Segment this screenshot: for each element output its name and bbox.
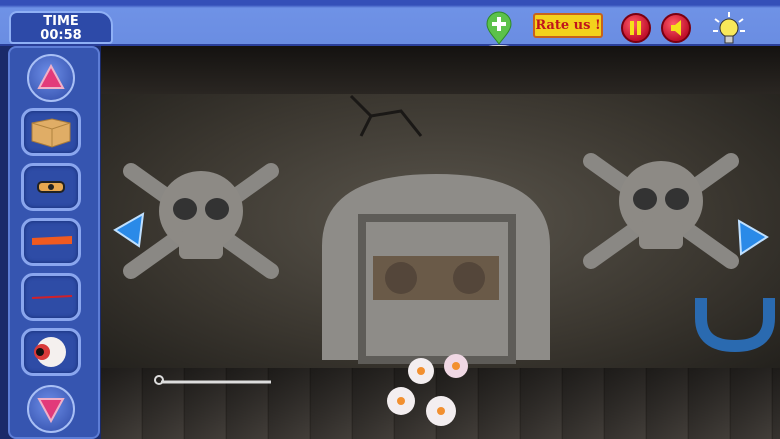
- scene-objects: [113, 94, 775, 426]
- magnet[interactable]: [695, 298, 775, 353]
- hook-rod[interactable]: [154, 375, 271, 385]
- eyeball-icon: [34, 337, 66, 367]
- wall-crack: [349, 94, 423, 137]
- scroll-down-button[interactable]: [27, 385, 75, 433]
- pause-button[interactable]: [621, 13, 651, 43]
- top-bar: TIME 00:58 Rate us !: [0, 0, 780, 49]
- timer: TIME 00:58: [9, 11, 113, 44]
- triangle-down-icon: [37, 398, 65, 424]
- skull-crossbones-left[interactable]: [123, 163, 279, 279]
- flowers[interactable]: [387, 354, 468, 426]
- hint-lightbulb-button[interactable]: [710, 10, 748, 48]
- game-scene: [101, 46, 780, 439]
- eye-slot-piece-icon: [37, 181, 65, 193]
- tombstone[interactable]: [322, 174, 550, 364]
- add-game-button[interactable]: [484, 10, 514, 50]
- inventory-slot-box[interactable]: [21, 108, 81, 156]
- inventory-slot-eye-piece[interactable]: [21, 163, 81, 211]
- rate-us-button[interactable]: Rate us !: [533, 13, 603, 38]
- sound-button[interactable]: [661, 13, 691, 43]
- navigate-left-arrow[interactable]: [113, 212, 145, 248]
- red-rod-icon: [31, 295, 73, 299]
- inventory-panel: [8, 46, 100, 439]
- pause-icon: [630, 21, 641, 35]
- scroll-up-button[interactable]: [27, 54, 75, 102]
- navigate-right-arrow[interactable]: [737, 219, 769, 256]
- inventory-slot-red-rod[interactable]: [21, 273, 81, 321]
- time-label: TIME: [43, 14, 79, 29]
- inventory-slot-eyeball[interactable]: [21, 328, 81, 376]
- cardboard-box-icon: [31, 118, 71, 148]
- speaker-icon: [671, 20, 681, 36]
- skull-crossbones-right[interactable]: [583, 153, 739, 269]
- triangle-up-icon: [37, 63, 65, 89]
- inventory-slot-orange-stick[interactable]: [21, 218, 81, 266]
- time-value: 00:58: [40, 28, 82, 43]
- orange-stick-icon: [32, 236, 72, 245]
